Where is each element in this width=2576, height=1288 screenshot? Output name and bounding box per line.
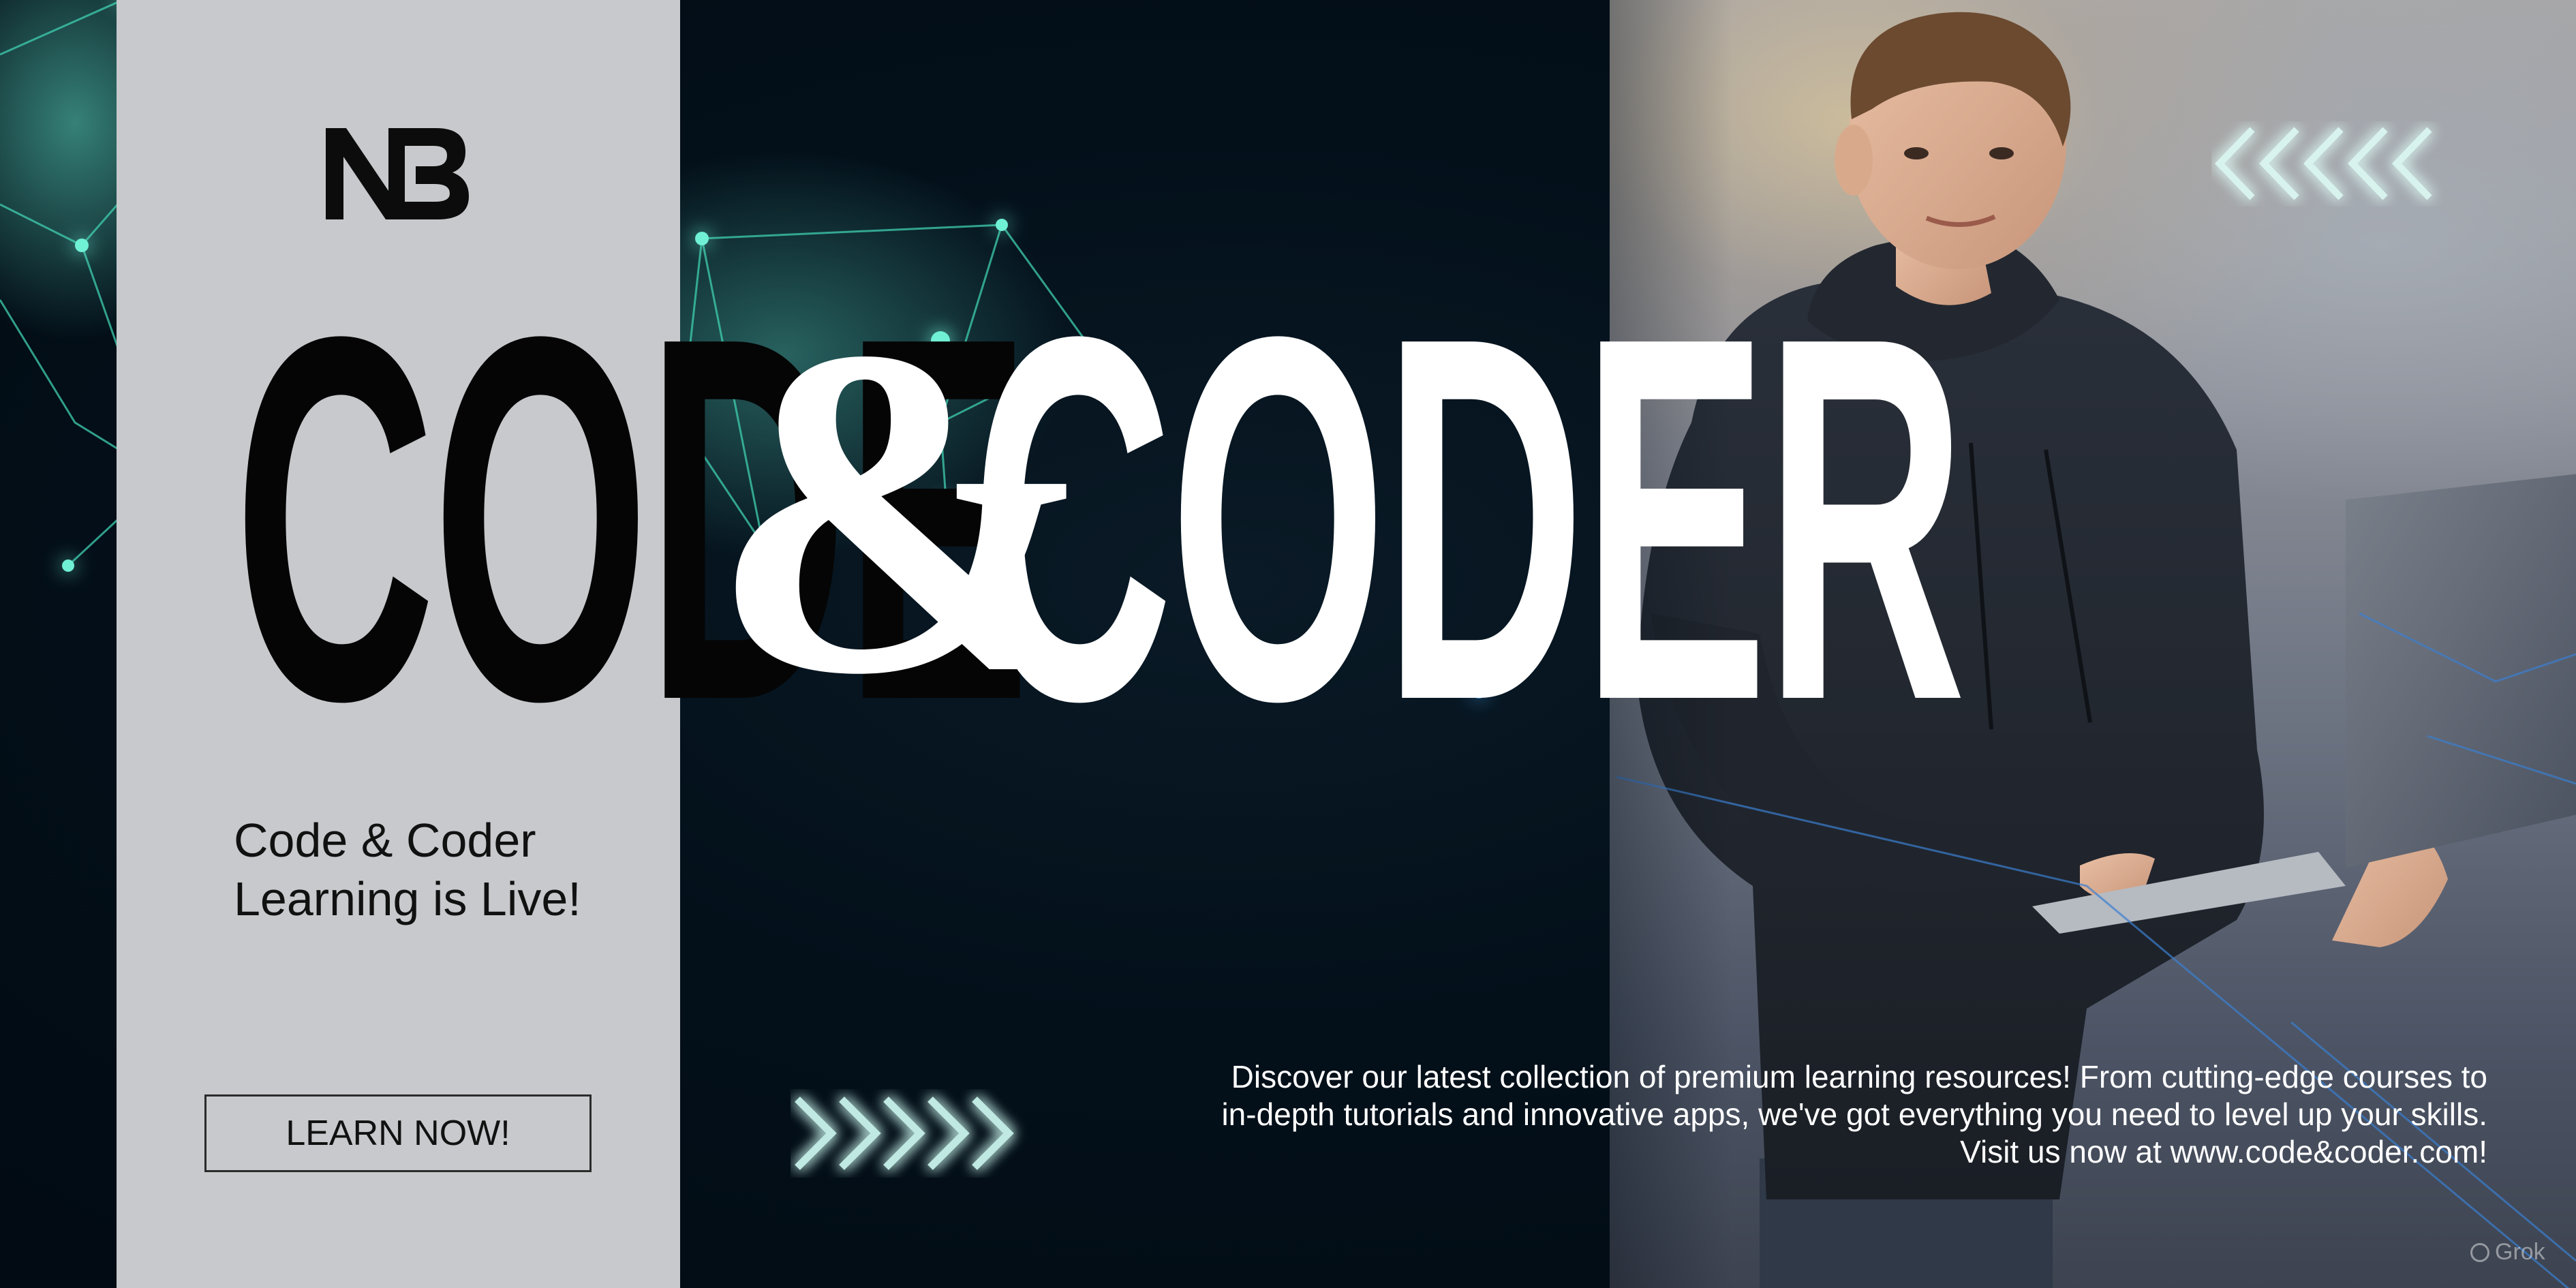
nb-monogram-icon [326,128,469,219]
grok-icon [2470,1243,2489,1262]
watermark-text: Grok [2495,1239,2545,1265]
description-text: Discover our latest collection of premiu… [1221,1059,2487,1169]
chevrons-left-icon [2215,127,2432,200]
watermark: Grok [2470,1239,2545,1266]
tagline: Code & Coder Learning is Live! [234,814,581,925]
learn-now-button[interactable]: LEARN NOW! [204,1094,592,1172]
chevrons-right-icon [795,1097,1014,1170]
banner: CODE & CODER Code & Coder Learning is Li… [0,0,2576,1288]
headline-word-two: CODER [971,230,1966,808]
